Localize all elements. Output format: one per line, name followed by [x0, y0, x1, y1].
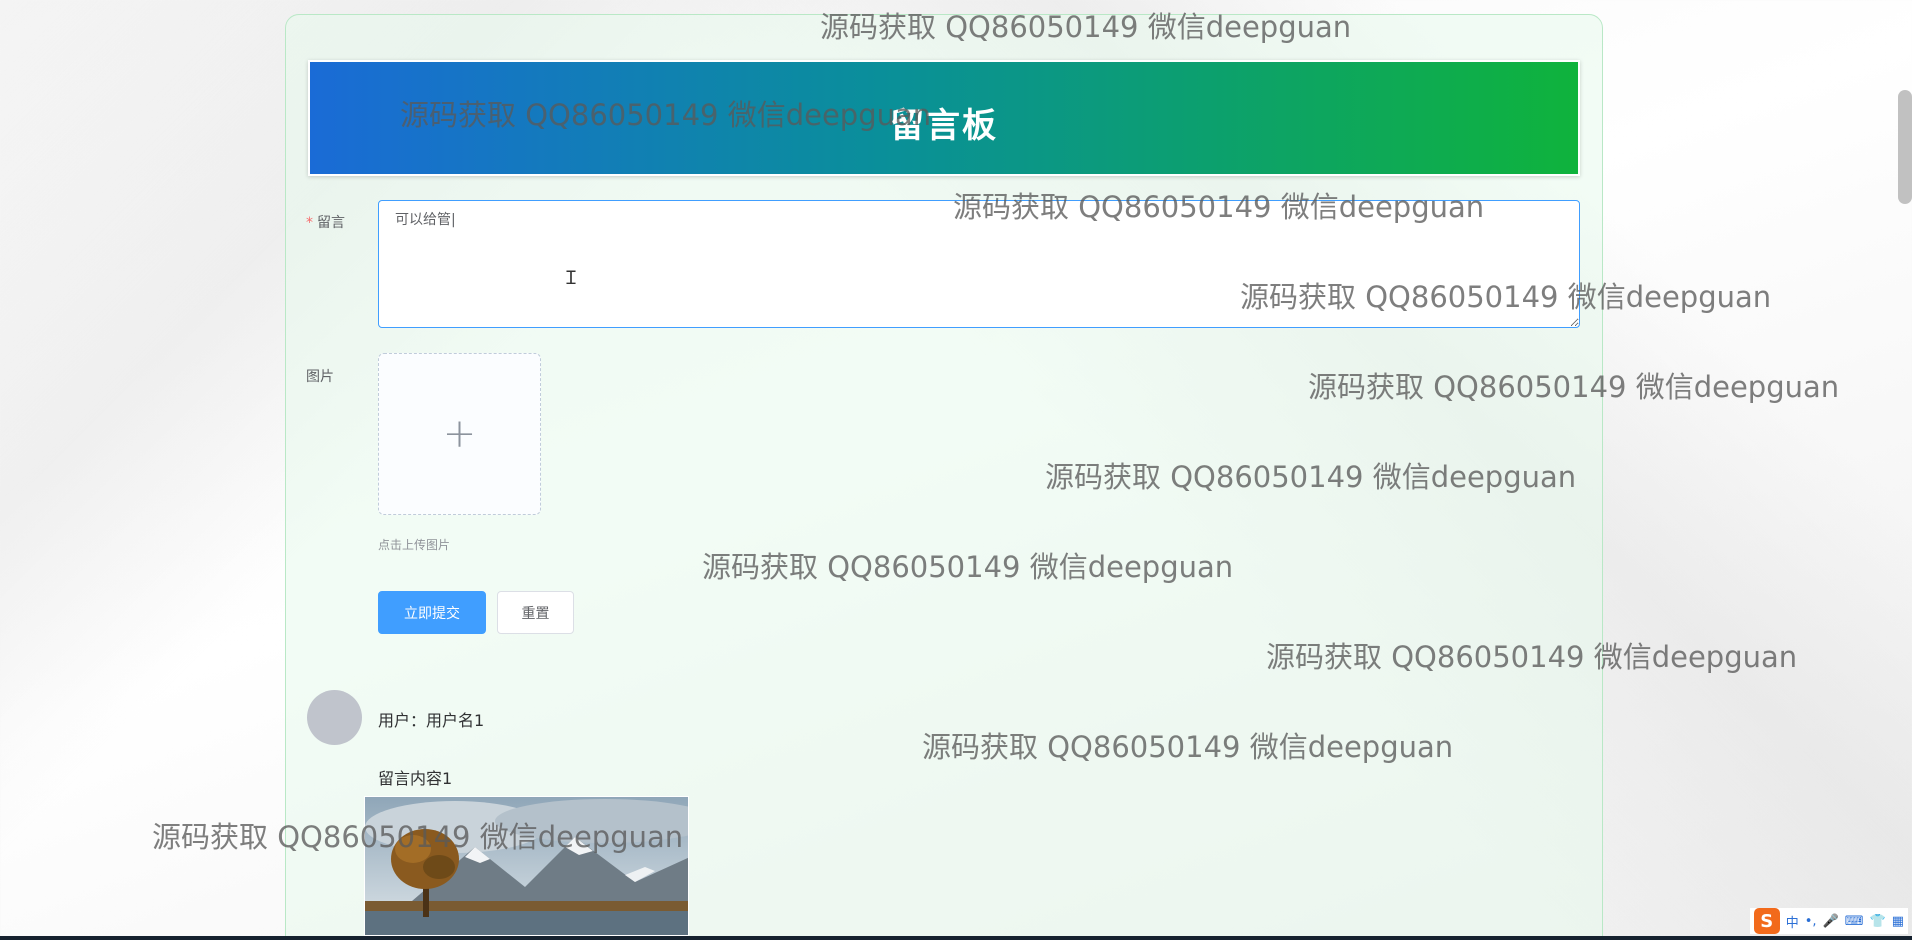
punctuation-icon[interactable]: •,: [1805, 914, 1817, 929]
ime-mode[interactable]: 中: [1786, 912, 1799, 931]
comment-user: 用户：用户名1: [378, 711, 485, 730]
apps-grid-icon[interactable]: ▦: [1892, 914, 1904, 929]
text-cursor-icon: Ｉ: [562, 268, 580, 289]
message-label: * 留言: [306, 212, 345, 232]
ime-toolbar[interactable]: S 中 •, 🎤 ⌨ 👕 ▦: [1749, 908, 1908, 934]
image-label: 图片: [306, 369, 334, 385]
taskbar-edge: [0, 936, 1912, 940]
comment-image[interactable]: [364, 796, 689, 936]
plus-icon: +: [442, 411, 477, 457]
upload-tip: 点击上传图片: [378, 538, 451, 552]
avatar: [307, 690, 362, 745]
message-textarea[interactable]: 可以给管|: [378, 200, 1580, 328]
skin-icon[interactable]: 👕: [1870, 914, 1886, 929]
message-label-text: 留言: [317, 215, 345, 231]
image-uploader[interactable]: +: [378, 353, 541, 515]
reset-button[interactable]: 重置: [497, 591, 574, 634]
landscape-photo: [365, 797, 688, 935]
submit-button[interactable]: 立即提交: [378, 591, 486, 634]
ime-logo-icon[interactable]: S: [1753, 908, 1780, 934]
required-mark: *: [306, 215, 313, 231]
microphone-icon[interactable]: 🎤: [1823, 914, 1839, 929]
keyboard-icon[interactable]: ⌨: [1845, 914, 1864, 929]
scrollbar-thumb[interactable]: [1898, 90, 1912, 204]
banner: 留言板: [308, 60, 1580, 176]
page-title: 留言板: [890, 106, 998, 146]
comment-content: 留言内容1: [378, 769, 453, 788]
